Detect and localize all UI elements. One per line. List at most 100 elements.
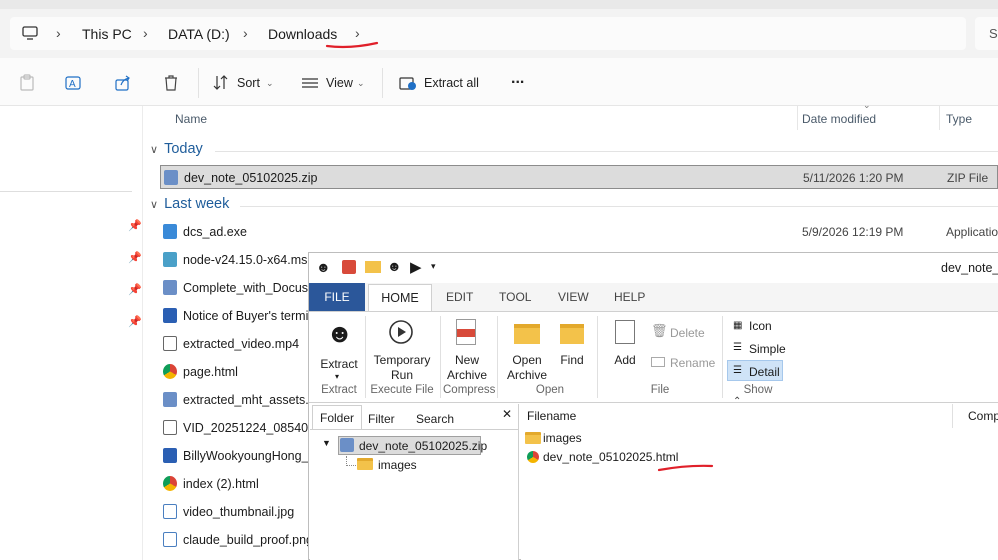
address-bar[interactable]	[10, 17, 966, 50]
column-header-compressed[interactable]: Comp	[968, 409, 998, 423]
column-header-filename[interactable]: Filename	[527, 409, 576, 423]
list-item-images[interactable]: images	[543, 431, 582, 445]
pin-icon[interactable]: 📌	[128, 283, 142, 296]
add-button[interactable]: Add	[608, 353, 642, 368]
rename-icon[interactable]: A	[65, 74, 83, 92]
extract-all-icon[interactable]	[399, 74, 417, 92]
group-label-compress: Compress	[443, 384, 496, 396]
exe-icon	[163, 224, 177, 239]
temporary-run-icon[interactable]	[388, 319, 414, 345]
tab-search[interactable]: Search	[416, 412, 454, 426]
navigation-pane	[0, 106, 143, 560]
extract-quick-icon[interactable]: ☻	[387, 258, 402, 274]
rename-icon[interactable]	[651, 357, 665, 367]
breadcrumb-this-pc[interactable]: This PC	[82, 26, 132, 42]
group-header-last-week[interactable]: ∨ Last week	[150, 196, 229, 212]
group-label-open: Open	[535, 384, 565, 396]
column-separator	[797, 106, 798, 130]
ribbon-separator	[597, 316, 598, 398]
window-title: dev_note_0	[941, 261, 998, 275]
breadcrumb-chevron-icon[interactable]: ›	[243, 25, 248, 41]
list-item[interactable]: dcs_ad.exe 5/9/2026 12:19 PM Applicatio	[160, 220, 998, 244]
chrome-icon	[527, 451, 539, 463]
tab-filter[interactable]: Filter	[368, 412, 395, 426]
group-header-today[interactable]: ∨ Today	[150, 141, 203, 157]
toolbar-separator	[198, 68, 199, 98]
open-archive-icon[interactable]	[514, 324, 540, 344]
file-name: BillyWookyoungHong_r	[183, 449, 313, 463]
delete-icon[interactable]	[162, 74, 180, 92]
tab-file[interactable]: FILE	[309, 283, 365, 311]
tab-view[interactable]: VIEW	[558, 290, 589, 304]
group-label-show: Show	[743, 384, 773, 396]
column-separator	[952, 404, 953, 428]
column-header-type[interactable]: Type	[946, 112, 972, 126]
open-folder-icon[interactable]	[365, 261, 381, 273]
svg-text:A: A	[69, 79, 76, 90]
find-button[interactable]: Find	[555, 353, 589, 368]
file-type: ZIP File	[947, 171, 989, 185]
chrome-icon	[163, 476, 177, 491]
tab-edit[interactable]: EDIT	[446, 290, 473, 304]
bandizip-titlebar: ☻ ☻ ▶ ▾ dev_note_0	[309, 253, 998, 283]
pin-icon[interactable]: 📌	[128, 219, 142, 232]
view-icon-button[interactable]: Icon	[749, 319, 772, 333]
red-annotation-underline	[657, 464, 714, 472]
paste-icon[interactable]	[18, 74, 36, 92]
pin-icon[interactable]: 📌	[128, 315, 142, 328]
view-button[interactable]: View	[326, 76, 353, 90]
sort-button[interactable]: Sort	[237, 76, 260, 90]
trash-icon[interactable]: 🗑	[651, 323, 668, 339]
tab-help[interactable]: HELP	[614, 290, 645, 304]
rename-button[interactable]: Rename	[670, 356, 715, 370]
delete-button[interactable]: Delete	[670, 326, 705, 340]
tree-root-label: dev_note_05102025.zip	[359, 439, 488, 453]
video-icon	[163, 420, 177, 435]
ribbon-separator	[497, 316, 498, 398]
tab-home[interactable]: HOME	[368, 284, 432, 312]
search-box[interactable]: S	[975, 17, 998, 50]
group-label: Last week	[164, 196, 230, 212]
extract-button[interactable]: Extract	[316, 357, 362, 372]
bandizip-logo-icon[interactable]: ☻	[316, 259, 331, 275]
view-icon[interactable]	[301, 74, 319, 92]
ribbon-separator	[365, 316, 366, 398]
group-label: Today	[164, 141, 203, 157]
list-item[interactable]: dev_note_05102025.zip 5/11/2026 1:20 PM …	[160, 165, 998, 189]
breadcrumb-chevron-icon[interactable]: ›	[143, 25, 148, 41]
breadcrumb-chevron-icon[interactable]: ›	[355, 25, 360, 41]
word-icon	[163, 448, 177, 463]
pin-icon[interactable]: 📌	[128, 251, 142, 264]
folder-icon	[525, 432, 541, 444]
qat-dropdown-icon[interactable]: ▾	[431, 261, 436, 272]
this-pc-icon[interactable]	[22, 26, 38, 40]
tab-folder[interactable]: Folder	[320, 411, 354, 425]
add-icon[interactable]	[615, 320, 635, 344]
breadcrumb-chevron-icon[interactable]: ›	[56, 25, 61, 41]
play-icon[interactable]: ▶	[410, 258, 422, 276]
close-icon[interactable]: ✕	[502, 407, 512, 421]
column-header-name[interactable]: Name	[175, 112, 207, 126]
more-options-button[interactable]: ...	[511, 70, 524, 88]
find-icon[interactable]	[560, 324, 584, 344]
red-annotation-underline	[325, 41, 379, 49]
breadcrumb-data-d[interactable]: DATA (D:)	[168, 26, 230, 42]
new-zip-icon[interactable]	[342, 260, 356, 274]
open-archive-button[interactable]: Open Archive	[502, 353, 552, 383]
view-detail-button[interactable]: Detail	[749, 365, 780, 379]
sort-chevron-icon: ⌄	[863, 100, 871, 110]
column-header-date[interactable]: Date modified	[802, 112, 876, 126]
temporary-run-button[interactable]: Temporary Run	[368, 353, 436, 383]
simple-view-icon: ☰	[733, 342, 742, 353]
new-archive-icon[interactable]	[456, 319, 476, 345]
tree-child-images[interactable]: images	[378, 458, 417, 472]
extract-all-button[interactable]: Extract all	[424, 76, 479, 90]
expand-chevron-icon[interactable]: ▼	[322, 438, 331, 448]
zip-icon	[163, 392, 177, 407]
view-simple-button[interactable]: Simple	[749, 342, 786, 356]
new-archive-button[interactable]: New Archive	[443, 353, 491, 383]
extract-icon[interactable]: ☻	[326, 318, 353, 349]
share-icon[interactable]	[114, 74, 132, 92]
tab-tool[interactable]: TOOL	[499, 290, 531, 304]
sort-icon[interactable]	[212, 74, 230, 92]
